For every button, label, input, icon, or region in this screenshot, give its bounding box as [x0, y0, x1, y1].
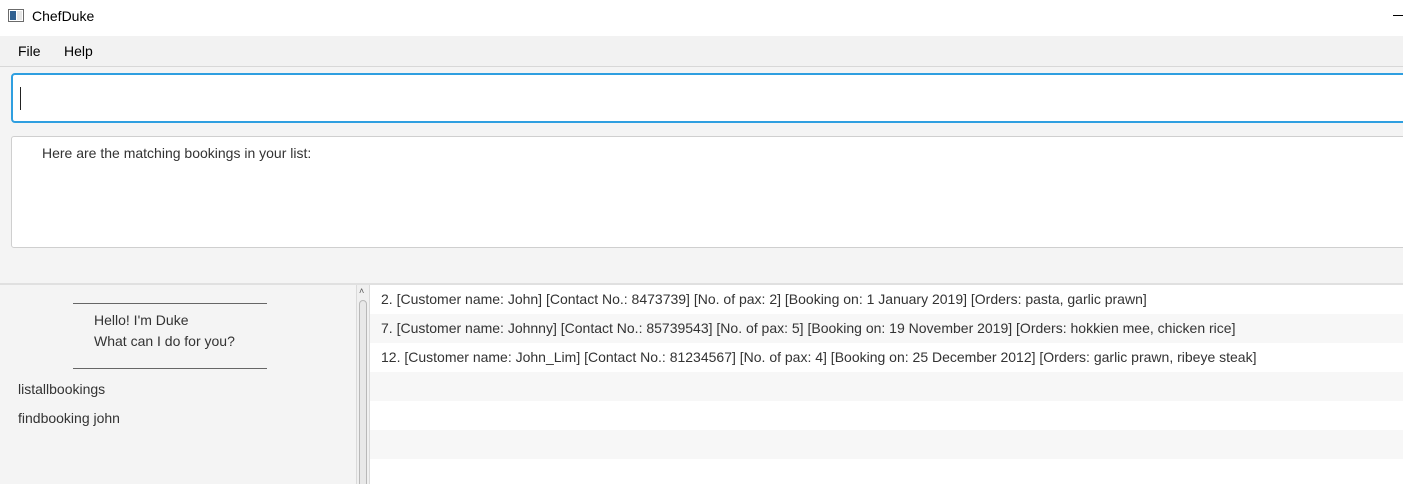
- dialog-panel: Hello! I'm Duke What can I do for you? l…: [0, 285, 356, 484]
- empty-list-row: [370, 401, 1403, 430]
- command-area: Here are the matching bookings in your l…: [0, 67, 1403, 283]
- result-message: Here are the matching bookings in your l…: [42, 145, 312, 161]
- separator-line-top: [73, 303, 267, 304]
- history-item: findbooking john: [18, 410, 120, 426]
- menu-file[interactable]: File: [18, 43, 41, 59]
- list-item[interactable]: 12. [Customer name: John_Lim] [Contact N…: [370, 343, 1403, 372]
- minimize-icon: [1393, 15, 1403, 16]
- booking-text: 12. [Customer name: John_Lim] [Contact N…: [381, 349, 1257, 365]
- app-window: ChefDuke File Help Here are the matching…: [0, 0, 1403, 484]
- booking-text: 7. [Customer name: Johnny] [Contact No.:…: [381, 320, 1236, 336]
- app-window-icon: [8, 9, 24, 22]
- menu-help[interactable]: Help: [64, 43, 93, 59]
- empty-list-row: [370, 459, 1403, 484]
- result-display: Here are the matching bookings in your l…: [11, 136, 1403, 248]
- empty-list-row: [370, 372, 1403, 401]
- greeting-line-2: What can I do for you?: [94, 333, 235, 349]
- bookings-list: 2. [Customer name: John] [Contact No.: 8…: [370, 285, 1403, 484]
- list-item[interactable]: 7. [Customer name: Johnny] [Contact No.:…: [370, 314, 1403, 343]
- minimize-button[interactable]: [1387, 0, 1403, 32]
- app-icon-pane-right: [17, 11, 22, 20]
- app-icon-pane: [10, 11, 16, 20]
- window-title: ChefDuke: [32, 8, 95, 24]
- empty-list-row: [370, 430, 1403, 459]
- greeting-line-1: Hello! I'm Duke: [94, 312, 189, 328]
- list-item[interactable]: 2. [Customer name: John] [Contact No.: 8…: [370, 285, 1403, 314]
- scroll-up-arrow-icon[interactable]: ˄: [359, 286, 364, 296]
- menu-bar: File Help: [0, 36, 1403, 67]
- history-item: listallbookings: [18, 381, 106, 397]
- scrollbar-thumb[interactable]: [359, 300, 367, 484]
- booking-text: 2. [Customer name: John] [Contact No.: 8…: [381, 291, 1147, 307]
- dialog-scrollbar[interactable]: ˄: [356, 285, 370, 484]
- separator-line-bottom: [73, 368, 267, 369]
- text-caret: [20, 87, 21, 110]
- command-input[interactable]: [11, 73, 1403, 123]
- title-bar: ChefDuke: [0, 0, 1403, 36]
